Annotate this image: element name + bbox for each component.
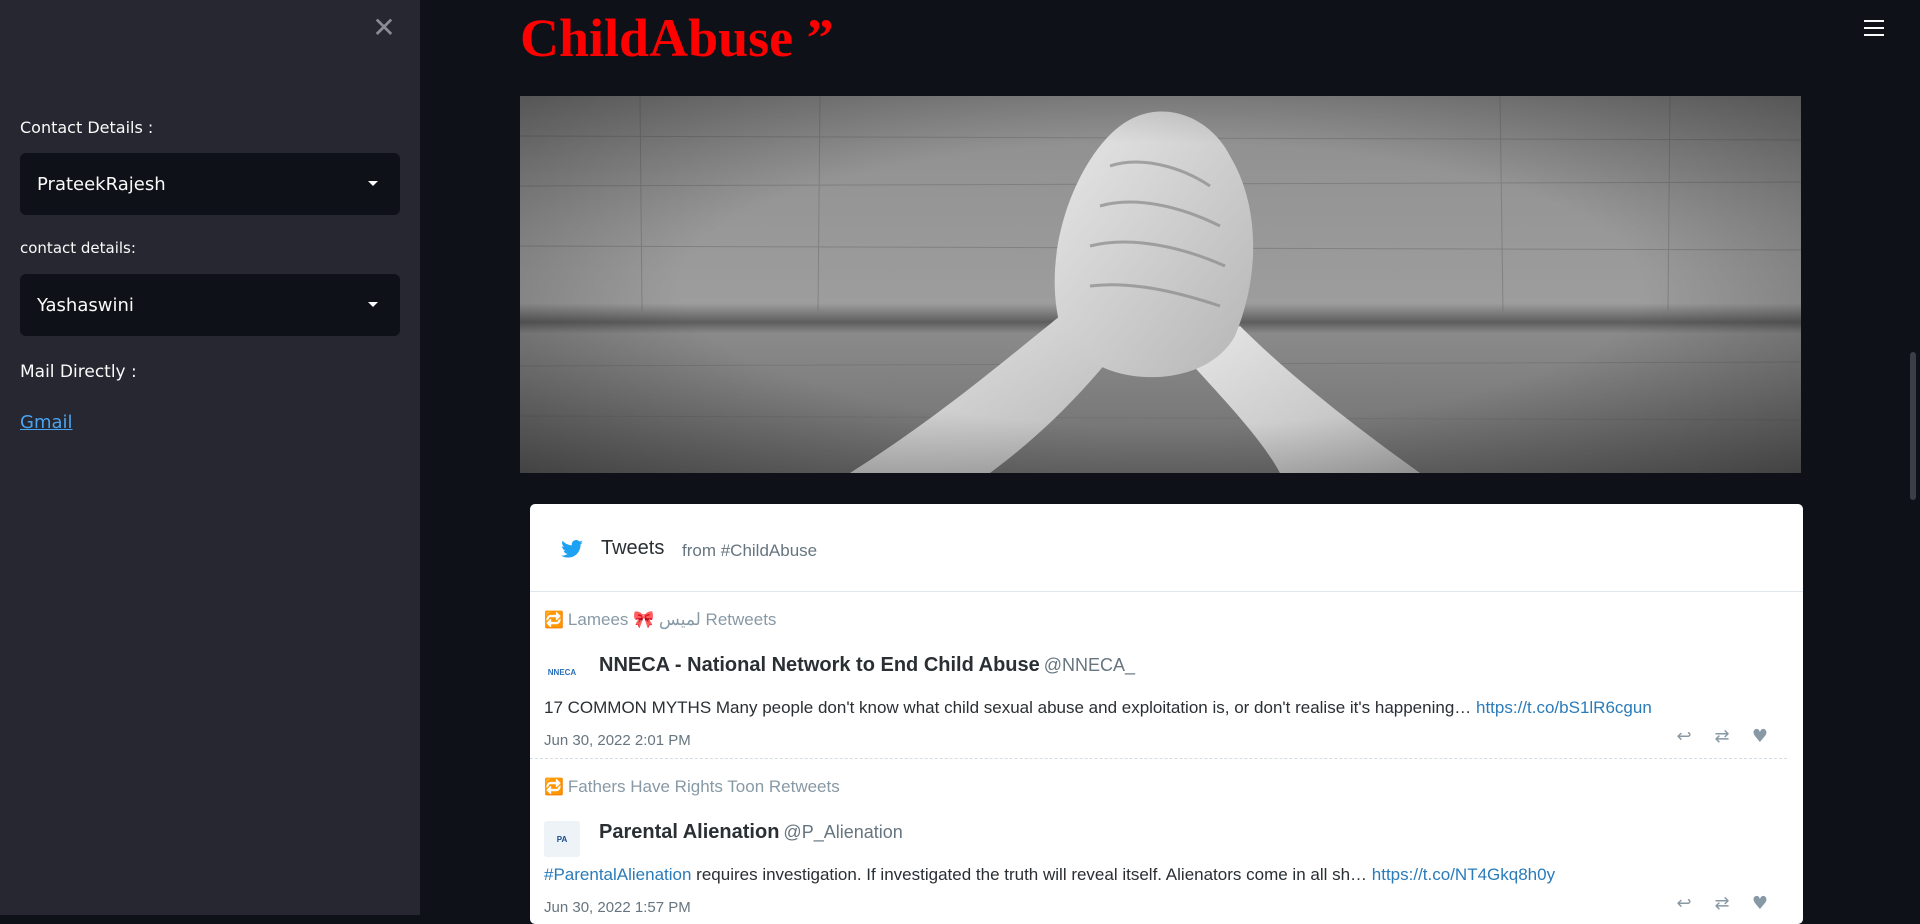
- tweet-actions: ↩ ⇄ ♥: [1673, 728, 1771, 746]
- tweet-link[interactable]: https://t.co/bS1lR6cgun: [1476, 698, 1652, 717]
- contact-select[interactable]: PrateekRajesh: [20, 153, 400, 215]
- mail-directly-label: Mail Directly :: [20, 362, 137, 382]
- tweets-title: Tweets: [601, 537, 665, 559]
- avatar[interactable]: NNECA: [544, 654, 580, 690]
- tweets-subtitle: from #ChildAbuse: [682, 541, 818, 560]
- tweet-hashtag[interactable]: #ParentalAlienation: [544, 865, 691, 884]
- tweet-author[interactable]: Parental Alienation @P_Alienation: [599, 821, 903, 844]
- contact-select-2[interactable]: Yashaswini: [20, 274, 400, 336]
- retweet-icon[interactable]: ⇄: [1711, 728, 1733, 746]
- avatar[interactable]: PA: [544, 821, 580, 857]
- hero-image: [520, 96, 1801, 473]
- retweet-line: 🔁 Lamees 🎀 لميس Retweets: [544, 610, 777, 629]
- tweet-timestamp[interactable]: Jun 30, 2022 2:01 PM: [544, 732, 691, 749]
- gmail-link[interactable]: Gmail: [20, 412, 73, 433]
- like-heart-icon[interactable]: ♥: [1749, 895, 1771, 913]
- clasped-hands-photo: [520, 96, 1801, 473]
- tweet-timestamp[interactable]: Jun 30, 2022 1:57 PM: [544, 899, 691, 916]
- like-heart-icon[interactable]: ♥: [1749, 728, 1771, 746]
- retweet-line: 🔁 Fathers Have Rights Toon Retweets: [544, 777, 840, 796]
- contact-details-label: Contact Details :: [20, 118, 154, 137]
- page-scrollbar[interactable]: [1910, 352, 1916, 500]
- tweet-text: #ParentalAlienation requires investigati…: [544, 865, 1556, 884]
- retweet-icon: 🔁: [544, 610, 564, 629]
- tweet-author[interactable]: NNECA - National Network to End Child Ab…: [599, 654, 1135, 677]
- tweets-header: Tweets from #ChildAbuse: [530, 504, 1803, 592]
- reply-icon[interactable]: ↩: [1673, 728, 1695, 746]
- tweet-item: 🔁 Lamees 🎀 لميس Retweets NNECA NNECA - Na…: [530, 592, 1787, 759]
- contact-select-2-value: Yashaswini: [37, 294, 134, 316]
- page-title: ChildAbuse ”: [520, 8, 834, 68]
- hamburger-menu-icon[interactable]: [1864, 20, 1884, 38]
- tweets-widget: Tweets from #ChildAbuse 🔁 Lamees 🎀 لميس R…: [530, 504, 1803, 924]
- contact-details-label-2: contact details:: [20, 239, 136, 257]
- sidebar: ✕ Contact Details : PrateekRajesh contac…: [0, 0, 420, 915]
- tweet-actions: ↩ ⇄ ♥: [1673, 895, 1771, 913]
- tweet-item: 🔁 Fathers Have Rights Toon Retweets PA Pa…: [530, 759, 1787, 924]
- twitter-bird-icon: [561, 540, 583, 558]
- tweet-text: 17 COMMON MYTHS Many people don't know w…: [544, 698, 1652, 717]
- reply-icon[interactable]: ↩: [1673, 895, 1695, 913]
- contact-select-value: PrateekRajesh: [37, 173, 166, 195]
- chevron-down-icon: [368, 181, 378, 186]
- retweet-icon[interactable]: ⇄: [1711, 895, 1733, 913]
- tweet-link[interactable]: https://t.co/NT4Gkq8h0y: [1372, 865, 1555, 884]
- retweet-icon: 🔁: [544, 777, 564, 796]
- close-sidebar-icon[interactable]: ✕: [372, 14, 396, 42]
- chevron-down-icon: [368, 302, 378, 307]
